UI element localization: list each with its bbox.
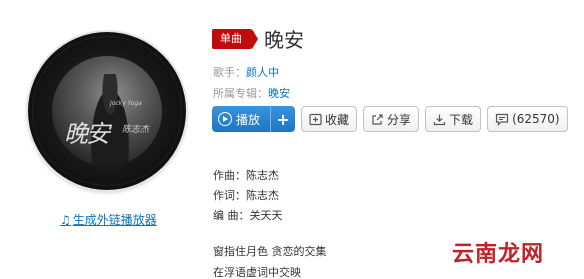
singer-link[interactable]: 颜人中 — [246, 66, 279, 79]
cover-small-text: Jocky Yoga — [110, 100, 142, 107]
generate-player-label: 生成外链播放器 — [72, 213, 157, 227]
comment-count: (62570) — [512, 112, 560, 126]
album-disc: Jocky Yoga 晚安 陈志杰 — [28, 32, 186, 190]
play-group: 播放 + — [212, 106, 296, 132]
share-icon — [372, 113, 383, 125]
lyric-line: 在浮语虚词中交映 — [213, 266, 301, 279]
music-note-icon: ♫ — [60, 212, 71, 227]
collect-button[interactable]: 收藏 — [301, 106, 358, 132]
add-to-playlist-button[interactable]: + — [271, 106, 296, 132]
play-button[interactable]: 播放 — [212, 106, 272, 132]
action-bar: 播放 + 收藏 分享 下载 (62570) — [212, 106, 568, 132]
download-icon — [433, 114, 446, 125]
arranger-credit: 编 曲：关天天 — [213, 209, 283, 222]
album-row: 所属专辑：晚安 — [213, 85, 290, 101]
album-label: 所属专辑： — [213, 87, 268, 100]
song-header: 单曲 晚安 — [212, 24, 304, 53]
singer-label: 歌手： — [213, 66, 246, 79]
comment-button[interactable]: (62570) — [487, 106, 568, 132]
cover-signature: 陈志杰 — [122, 125, 150, 135]
lyricist-credit: 作词：陈志杰 — [213, 189, 279, 202]
download-button[interactable]: 下载 — [425, 106, 482, 132]
watermark-logo: 云南龙网 — [452, 241, 545, 267]
song-title: 晚安 — [264, 28, 304, 52]
lyric-line: 窗指住月色 贪恋的交集 — [213, 245, 327, 258]
share-button[interactable]: 分享 — [363, 106, 420, 132]
share-label: 分享 — [387, 112, 412, 127]
generate-player-link[interactable]: ♫ 生成外链播放器 — [60, 211, 157, 228]
album-link[interactable]: 晚安 — [268, 87, 290, 100]
composer-credit: 作曲：陈志杰 — [213, 169, 279, 182]
album-cover: Jocky Yoga 晚安 陈志杰 — [52, 56, 162, 166]
singer-row: 歌手：颜人中 — [213, 64, 279, 80]
single-badge: 单曲 — [212, 28, 258, 49]
collect-label: 收藏 — [325, 112, 350, 127]
play-label: 播放 — [236, 112, 261, 127]
comment-icon — [495, 113, 509, 126]
download-label: 下载 — [449, 112, 474, 127]
play-icon — [218, 112, 232, 126]
cover-title-text: 晚安 — [64, 120, 110, 148]
collect-icon — [309, 113, 322, 125]
